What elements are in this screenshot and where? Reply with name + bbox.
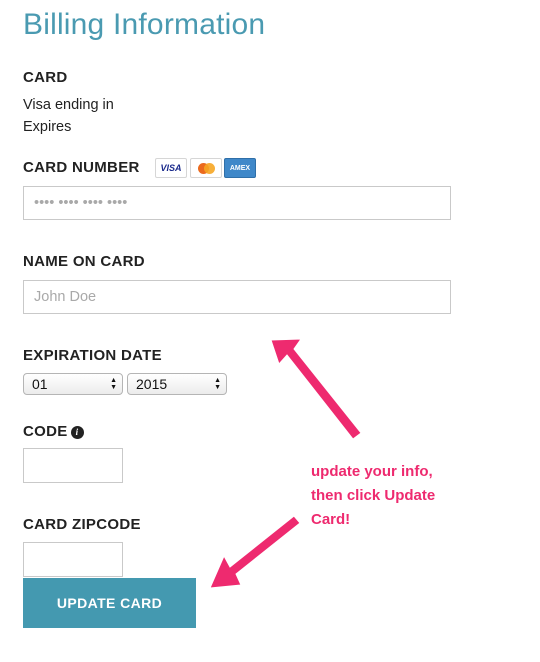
card-number-input[interactable] (23, 186, 451, 220)
annotation-line-2: then click Update (311, 487, 436, 504)
select-arrows-icon: ▲ ▼ (214, 377, 221, 391)
amex-icon: AMEX (224, 158, 256, 178)
mastercard-icon (190, 158, 222, 178)
code-input[interactable] (23, 448, 123, 483)
expiration-year-value: 2015 (136, 376, 168, 392)
code-label: CODE (23, 423, 68, 440)
annotation-line-1: update your info, (311, 463, 433, 480)
card-zipcode-input[interactable] (23, 542, 123, 577)
expiration-month-select[interactable]: 01 ▲ ▼ (23, 373, 123, 395)
name-on-card-input[interactable] (23, 280, 451, 314)
annotation-text: update your info, then click Update Card… (311, 460, 491, 532)
expiration-date-label: EXPIRATION DATE (23, 347, 162, 364)
select-arrows-icon: ▲ ▼ (110, 377, 117, 391)
annotation-line-3: Card! (311, 511, 351, 528)
code-label-row: CODE i (23, 423, 84, 440)
card-number-label: CARD NUMBER (23, 159, 140, 176)
card-label: CARD (23, 69, 68, 86)
update-card-button[interactable]: UPDATE CARD (23, 578, 196, 628)
name-on-card-label: NAME ON CARD (23, 253, 145, 270)
info-icon[interactable]: i (70, 426, 84, 439)
card-expires-text: Expires (23, 119, 72, 135)
visa-icon: VISA (155, 158, 187, 178)
arrow-up-left-icon (270, 338, 362, 440)
arrow-down-left-icon (209, 515, 301, 589)
page-title: Billing Information (23, 8, 266, 41)
expiration-year-select[interactable]: 2015 ▲ ▼ (127, 373, 227, 395)
card-zipcode-label: CARD ZIPCODE (23, 516, 141, 533)
expiration-month-value: 01 (32, 376, 48, 392)
card-ending-text: Visa ending in (23, 97, 114, 113)
